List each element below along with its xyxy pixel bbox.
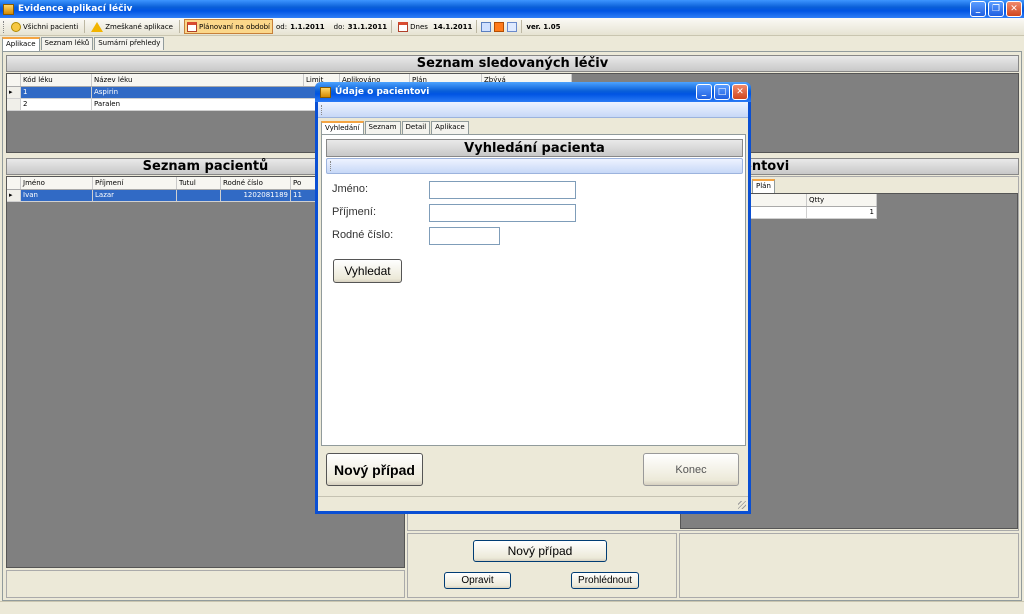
edit-button[interactable]: Opravit [444,572,511,589]
close-dialog-button[interactable]: Konec [643,453,739,486]
patient-first-name: Ivan [21,190,93,201]
tab-detail[interactable]: Detail [401,121,431,134]
drugs-section-title: Seznam sledovaných léčiv [6,55,1019,72]
missed-applications-button[interactable]: Zmeškané aplikace [89,19,175,34]
app-titlebar: Evidence aplikací léčiv _ ❐ ✕ [0,0,1024,18]
column-header[interactable]: Qtty [807,194,877,206]
patients-footer [6,570,405,598]
dialog-footer: Nový případ Konec [318,446,748,496]
close-button[interactable]: ✕ [1006,1,1022,17]
patient-dialog: Údaje o pacientovi _ □ ✕ Vyhledání Sezna… [315,82,751,514]
patient-rc: 1202081189 [221,190,291,201]
toolbar-grip[interactable] [3,20,6,33]
minimize-button[interactable]: _ [970,1,986,17]
tab-seznam[interactable]: Seznam [364,121,401,134]
patient-title [177,190,221,201]
column-header[interactable]: Rodné číslo [221,177,291,189]
today-button[interactable]: Dnes [396,19,430,34]
column-header[interactable]: Tutul [177,177,221,189]
dialog-toolbar [318,102,748,118]
toolbar-separator [391,20,393,33]
tab-seznam-leku[interactable]: Seznam léků [40,37,94,50]
toolbar-separator [476,20,478,33]
search-section-title: Vyhledání pacienta [326,139,743,157]
new-case-button[interactable]: Nový případ [473,540,607,562]
column-header[interactable]: Jméno [21,177,93,189]
toolbar-grip[interactable] [330,161,333,171]
plan-qty: 1 [807,207,877,218]
today-date: 14.1.2011 [432,22,473,31]
view-button[interactable]: Prohlédnout [571,572,639,589]
dialog-maximize-button[interactable]: □ [714,84,730,100]
toolbar-separator [179,20,180,33]
dialog-new-case-button[interactable]: Nový případ [326,453,423,486]
warning-icon [91,21,104,32]
patients-icon [11,21,21,32]
rc-input[interactable] [429,227,500,245]
calendar-icon [187,21,197,32]
all-patients-label: Všichni pacienti [23,22,79,31]
app-icon [3,3,14,15]
toolbar-separator [521,20,523,33]
from-date[interactable]: 1.1.2011 [290,23,325,31]
rc-label: Rodné číslo: [332,229,394,241]
aux-panel [679,533,1019,598]
tab-aplikace[interactable]: Aplikace [431,121,469,134]
search-toolbar [326,158,743,174]
tab-plan[interactable]: Plán [752,179,775,193]
column-header[interactable]: Příjmení [93,177,177,189]
window-icon[interactable] [481,21,492,32]
drug-code: 2 [21,99,92,110]
dialog-minimize-button[interactable]: _ [696,84,712,100]
search-button[interactable]: Vyhledat [333,259,402,283]
main-tabs: Aplikace Seznam léků Sumární přehledy [2,37,165,51]
column-header[interactable]: Název léku [92,74,304,86]
main-toolbar: Všichni pacienti Zmeškané aplikace Pláno… [0,18,1024,36]
tab-sumarni-prehledy[interactable]: Sumární přehledy [94,37,165,50]
column-header[interactable]: Kód léku [21,74,92,86]
toolbar-separator [84,20,86,33]
pin-icon[interactable] [494,21,505,32]
last-name-label: Příjmení: [332,206,377,218]
patient-last-name: Lazar [93,190,177,201]
resize-grip[interactable] [738,501,746,509]
search-panel: Vyhledání pacienta Jméno: Příjmení: Rodn… [321,134,746,446]
tab-vyhledani[interactable]: Vyhledání [321,121,364,135]
status-bar [0,601,1024,614]
dialog-status-bar [318,496,748,511]
planning-period-label: Plánovaní na období [199,22,271,31]
dialog-title: Údaje o pacientovi [335,87,430,97]
calendar-icon [398,21,409,32]
restore-button[interactable]: ❐ [988,1,1004,17]
app-icon [320,86,331,98]
dialog-titlebar[interactable]: Údaje o pacientovi _ □ ✕ [315,82,751,102]
dialog-close-button[interactable]: ✕ [732,84,748,100]
drug-code: 1 [21,87,92,98]
first-name-label: Jméno: [332,183,369,195]
toolbar-grip[interactable] [321,105,324,115]
to-date[interactable]: 31.1.2011 [348,23,387,31]
today-label: Dnes [410,22,428,31]
all-patients-button[interactable]: Všichni pacienti [9,19,80,34]
dialog-tabs: Vyhledání Seznam Detail Aplikace [321,121,470,135]
layout-icon[interactable] [507,21,518,32]
missed-applications-label: Zmeškané aplikace [105,22,173,31]
version-label: ver. 1.05 [526,22,561,31]
to-label: do: [333,22,345,31]
last-name-input[interactable] [429,204,576,222]
app-title: Evidence aplikací léčiv [18,4,133,14]
first-name-input[interactable] [429,181,576,199]
tab-aplikace[interactable]: Aplikace [2,37,40,51]
from-label: od: [276,22,288,31]
planning-period-button[interactable]: Plánovaní na období [184,19,274,34]
